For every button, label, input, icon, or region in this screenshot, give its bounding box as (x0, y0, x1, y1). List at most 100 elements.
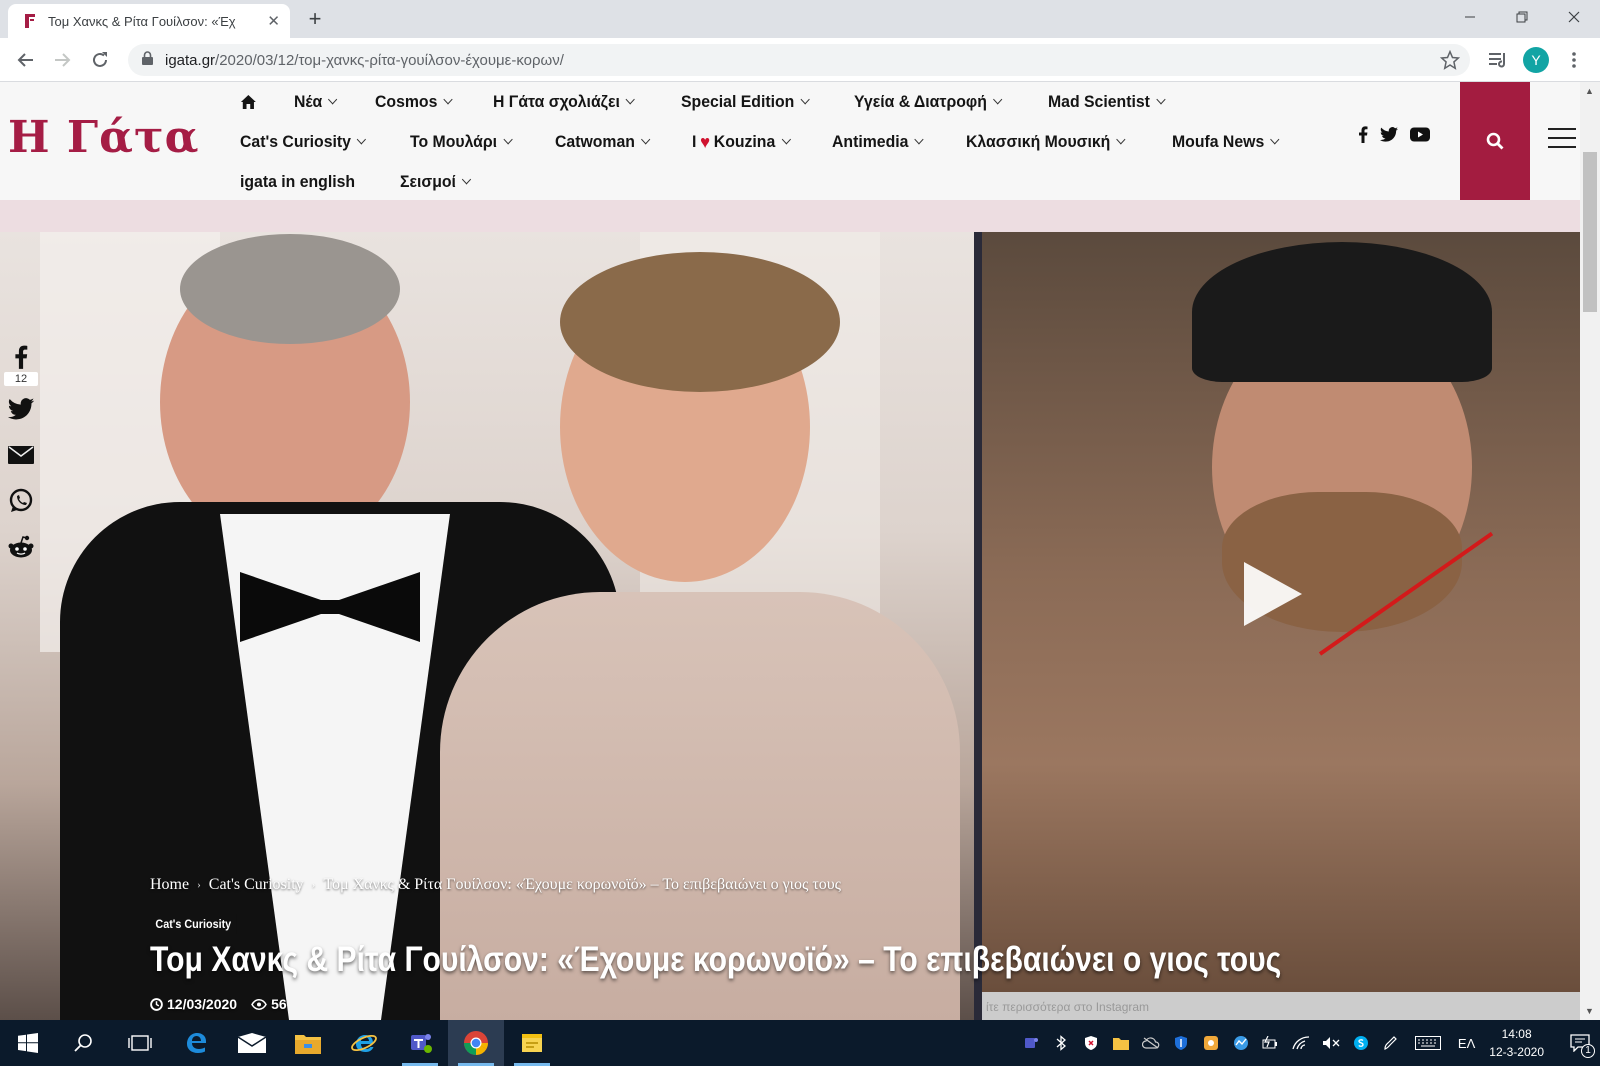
search-button[interactable] (1460, 82, 1530, 200)
input-language[interactable]: ΕΛ (1458, 1036, 1475, 1051)
security-shield-icon[interactable] (1076, 1020, 1106, 1066)
skype-icon[interactable] (1346, 1020, 1376, 1066)
browser-menu-icon[interactable] (1560, 46, 1588, 74)
windows-logo-icon (18, 1033, 38, 1053)
menu-item-cosmos[interactable]: Cosmos (375, 92, 454, 112)
volume-muted-icon[interactable] (1316, 1020, 1346, 1066)
action-center-icon[interactable]: 1 (1560, 1020, 1600, 1066)
page-scrollbar[interactable]: ▲ ▼ (1580, 82, 1600, 1020)
menu-home-icon[interactable] (240, 94, 257, 110)
sticky-notes-icon[interactable] (504, 1020, 560, 1066)
media-control-icon[interactable] (1484, 46, 1512, 74)
teams-tray-icon[interactable] (1016, 1020, 1046, 1066)
mail-icon[interactable] (224, 1020, 280, 1066)
keyboard-icon[interactable] (1406, 1020, 1450, 1066)
new-tab-button[interactable]: + (302, 6, 328, 32)
share-whatsapp-icon[interactable] (8, 482, 34, 520)
share-facebook-icon[interactable] (14, 338, 28, 376)
breadcrumb-home[interactable]: Home (150, 876, 189, 894)
task-view-icon[interactable] (112, 1020, 168, 1066)
heart-icon: ♥ (699, 131, 710, 152)
taskbar-clock[interactable]: 14:08 12-3-2020 (1489, 1025, 1544, 1061)
menu-item-catwoman[interactable]: Catwoman (555, 132, 651, 152)
play-icon[interactable] (1244, 562, 1302, 626)
share-reddit-icon[interactable] (7, 528, 35, 566)
menu-item-ygeia-diatrofi[interactable]: Υγεία & Διατροφή (854, 92, 1002, 112)
article-headline: Τομ Χανκς & Ρίτα Γουίλσον: «Έχουμε κορων… (150, 940, 1282, 979)
windows-taskbar: ΕΛ 14:08 12-3-2020 1 (0, 1020, 1600, 1066)
close-window-button[interactable] (1548, 0, 1600, 34)
scroll-up-icon[interactable]: ▲ (1585, 86, 1594, 96)
scrollbar-thumb[interactable] (1583, 152, 1597, 312)
reload-button[interactable] (86, 46, 114, 74)
browser-toolbar: igata.gr/2020/03/12/τομ-χανκς-ρίτα-γουίλ… (0, 38, 1600, 82)
menu-item-to-moulari[interactable]: Το Μουλάρι (410, 132, 513, 152)
chevron-right-icon: › (197, 879, 201, 891)
site-logo[interactable]: Η Γάτα (8, 112, 199, 163)
forward-button[interactable] (48, 46, 76, 74)
file-explorer-icon[interactable] (280, 1020, 336, 1066)
battery-icon[interactable] (1256, 1020, 1286, 1066)
menu-row-2: Cat's Curiosity Το Μουλάρι Catwoman I ♥ Ko… (222, 122, 1304, 162)
category-badge[interactable]: Cat's Curiosity (150, 914, 237, 934)
share-email-icon[interactable] (8, 436, 34, 474)
url-text: igata.gr/2020/03/12/τομ-χανκς-ρίτα-γουίλ… (165, 51, 564, 69)
app-tray-icon[interactable] (1196, 1020, 1226, 1066)
instagram-caption[interactable]: ίτε περισσότερα στο Instagram (982, 992, 1580, 1020)
wifi-icon[interactable] (1286, 1020, 1316, 1066)
browser-tab[interactable]: Τομ Χανκς & Ρίτα Γουίλσον: «Έχ ✕ (8, 4, 290, 38)
chrome-icon[interactable] (448, 1020, 504, 1066)
article-meta: 12/03/2020 56 (150, 996, 287, 1012)
pen-ink-icon[interactable] (1376, 1020, 1406, 1066)
restore-button[interactable] (1496, 0, 1548, 34)
onedrive-offline-icon[interactable] (1136, 1020, 1166, 1066)
chevron-down-icon (626, 94, 636, 104)
menu-item-nea[interactable]: Νέα (294, 92, 338, 112)
menu-item-cats-curiosity[interactable]: Cat's Curiosity (240, 132, 367, 152)
youtube-icon[interactable] (1410, 127, 1430, 147)
tab-strip: Τομ Χανκς & Ρίτα Γουίλσον: «Έχ ✕ + (0, 0, 1600, 38)
chevron-down-icon (503, 134, 513, 144)
bookmark-star-icon[interactable] (1439, 49, 1461, 75)
hero-image[interactable] (0, 232, 1580, 1020)
menu-item-seismoi[interactable]: Σεισμοί (400, 172, 471, 192)
search-taskbar-icon[interactable] (56, 1020, 112, 1066)
menu-item-mad-scientist[interactable]: Mad Scientist (1048, 92, 1165, 112)
menu-item-moufa-news[interactable]: Moufa News (1172, 132, 1280, 152)
couple-photo (0, 232, 976, 1020)
chevron-down-icon (443, 94, 454, 104)
share-twitter-icon[interactable] (7, 390, 35, 428)
menu-item-kouzina[interactable]: I ♥ Kouzina (692, 131, 791, 153)
network-app-tray-icon[interactable] (1226, 1020, 1256, 1066)
article-views: 56 (251, 996, 287, 1012)
menu-item-klassiki-mousiki[interactable]: Κλασσική Μουσική (966, 132, 1126, 152)
chevron-down-icon (1155, 94, 1165, 104)
facebook-icon[interactable] (1358, 126, 1368, 148)
internet-explorer-icon[interactable] (336, 1020, 392, 1066)
notification-count: 1 (1581, 1044, 1595, 1058)
minimize-button[interactable] (1444, 0, 1496, 34)
breadcrumb-current: Τομ Χανκς & Ρίτα Γουίλσον: «Έχουμε κορων… (323, 876, 842, 893)
tab-close-icon[interactable]: ✕ (267, 12, 280, 30)
chevron-down-icon (1116, 134, 1126, 144)
edge-icon[interactable] (168, 1020, 224, 1066)
menu-item-special-edition[interactable]: Special Edition (681, 92, 810, 112)
menu-item-igata-in-english[interactable]: igata in english (240, 172, 355, 192)
back-button[interactable] (12, 46, 40, 74)
menu-item-i-gata-sxoliazei[interactable]: Η Γάτα σχολιάζει (493, 92, 636, 112)
start-button[interactable] (0, 1020, 56, 1066)
hamburger-menu-icon[interactable] (1548, 128, 1576, 155)
clock-icon (150, 997, 163, 1011)
teams-icon[interactable] (392, 1020, 448, 1066)
twitter-icon[interactable] (1380, 127, 1398, 147)
defender-icon[interactable] (1166, 1020, 1196, 1066)
profile-avatar[interactable]: Y (1522, 46, 1550, 74)
scroll-down-icon[interactable]: ▼ (1585, 1006, 1594, 1016)
address-bar[interactable]: igata.gr/2020/03/12/τομ-χανκς-ρίτα-γουίλ… (128, 44, 1470, 76)
chevron-down-icon (1270, 134, 1280, 144)
lock-icon[interactable] (142, 50, 153, 70)
breadcrumb-category[interactable]: Cat's Curiosity (209, 876, 304, 894)
menu-item-antimedia[interactable]: Antimedia (832, 132, 925, 152)
folder-tray-icon[interactable] (1106, 1020, 1136, 1066)
bluetooth-icon[interactable] (1046, 1020, 1076, 1066)
